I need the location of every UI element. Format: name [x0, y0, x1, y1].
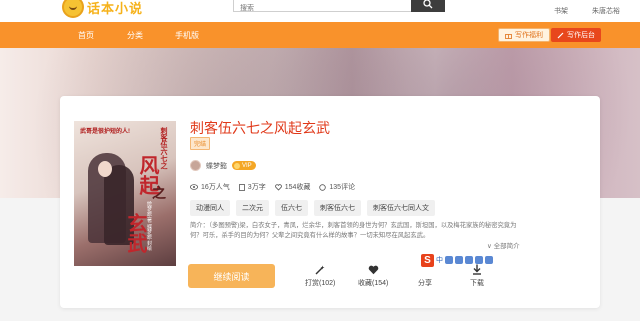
favorites-value: 154收藏 [284, 184, 311, 191]
reward-label: 打赏(102) [305, 280, 336, 287]
comment-icon [319, 183, 327, 191]
cover-zhi-text: 之 [152, 185, 166, 201]
share-label: 分享 [418, 280, 432, 287]
download-button[interactable]: 下载 [470, 263, 484, 288]
cover-face [98, 161, 112, 177]
pen-icon [557, 32, 564, 38]
vip-icon [234, 162, 240, 169]
heart-icon [274, 183, 282, 191]
nav-category[interactable]: 分类 [127, 30, 143, 41]
tag-item[interactable]: 刺客伍六七 [314, 200, 361, 216]
eye-icon [190, 184, 198, 190]
popularity-stat: 16万人气 [190, 182, 230, 192]
tag-list: 动漫同人 二次元 伍六七 刺客伍六七 刺客伍六七同人文 [190, 200, 435, 216]
username-label: 朱唐芯裕 [592, 8, 620, 15]
write-backend-label: 写作后台 [567, 32, 595, 39]
cover-tagline: 武哥是很护短的人! [80, 129, 130, 135]
show-full-intro-link[interactable]: ∨ 全部简介 [487, 240, 520, 250]
tag-item[interactable]: 二次元 [236, 200, 269, 216]
write-backend-button[interactable]: 写作后台 [551, 28, 601, 42]
site-logo[interactable]: 话本小说 [62, 0, 143, 18]
search-input[interactable] [234, 1, 414, 16]
ime-voice-icon[interactable] [455, 256, 463, 264]
cover-big-text: 玄武 [124, 213, 148, 253]
vip-label: VIP [242, 162, 252, 169]
logo-text: 话本小说 [87, 1, 144, 17]
popularity-value: 16万人气 [201, 184, 230, 191]
chevron-down-icon: ∨ [487, 243, 492, 250]
write-welfare-label: 写作福利 [515, 32, 543, 39]
words-stat: 3万字 [238, 182, 266, 192]
heart-icon [368, 263, 379, 276]
book-intro: 简介：（多图预警)梁，白衣女子，青凤，烂余华，刺客首领的身世为何？玄武国，斯坦国… [190, 222, 517, 239]
magic-wand-icon [315, 263, 325, 276]
ime-language-toggle[interactable]: 中 [436, 255, 443, 265]
nav-mobile[interactable]: 手机版 [175, 30, 199, 41]
author-row: 蝶梦懿 VIP [190, 160, 256, 171]
nav-home[interactable]: 首页 [78, 30, 94, 41]
status-badge: 完结 [190, 137, 211, 150]
words-value: 3万字 [247, 184, 266, 191]
bookshelf-link[interactable]: 书架 [554, 0, 568, 16]
document-icon [238, 183, 245, 191]
gift-icon [505, 33, 512, 39]
bookshelf-label: 书架 [554, 8, 568, 15]
logo-mascot-icon [62, 0, 84, 18]
ime-toolbar[interactable]: S 中 [421, 253, 503, 267]
share-button[interactable]: 分享 [418, 263, 432, 288]
book-stats: 16万人气 3万字 154收藏 135评论 [190, 182, 355, 192]
search-icon [423, 0, 433, 9]
ime-menu-icon[interactable] [485, 256, 493, 264]
tag-item[interactable]: 动漫同人 [190, 200, 230, 216]
download-label: 下载 [470, 280, 484, 287]
tag-item[interactable]: 伍六七 [275, 200, 308, 216]
user-account-link[interactable]: 朱唐芯裕 [592, 0, 620, 16]
book-cover[interactable]: 武哥是很护短的人! 刺客伍六七之 风起 之 绘梦旅·著 蝶梦旅·封绘 玄武 [74, 121, 176, 266]
user-links: 书架 朱唐芯裕 [554, 0, 620, 16]
book-title: 刺客伍六七之风起玄武 [190, 121, 330, 137]
vip-badge: VIP [232, 161, 256, 170]
favorite-button[interactable]: 收藏(154) [358, 263, 388, 288]
ime-punctuation-icon[interactable] [445, 256, 453, 264]
download-icon [472, 263, 482, 276]
main-nav: 首页 分类 手机版 写作福利 写作后台 [0, 22, 640, 48]
favorite-label: 收藏(154) [358, 280, 389, 287]
avatar[interactable] [190, 160, 201, 171]
author-name[interactable]: 蝶梦懿 [206, 161, 227, 171]
continue-reading-button[interactable]: 继续阅读 [188, 264, 275, 288]
favorites-stat: 154收藏 [274, 182, 311, 192]
search-box [233, 0, 445, 16]
search-button[interactable] [411, 0, 445, 12]
write-welfare-button[interactable]: 写作福利 [498, 28, 550, 42]
reward-button[interactable]: 打赏(102) [305, 263, 335, 288]
top-header: 话本小说 书架 朱唐芯裕 [0, 0, 640, 22]
show-full-intro-label: 全部简介 [493, 243, 520, 250]
comments-stat: 135评论 [319, 182, 355, 192]
tag-item[interactable]: 刺客伍六七同人文 [367, 200, 435, 216]
comments-value: 135评论 [329, 184, 356, 191]
